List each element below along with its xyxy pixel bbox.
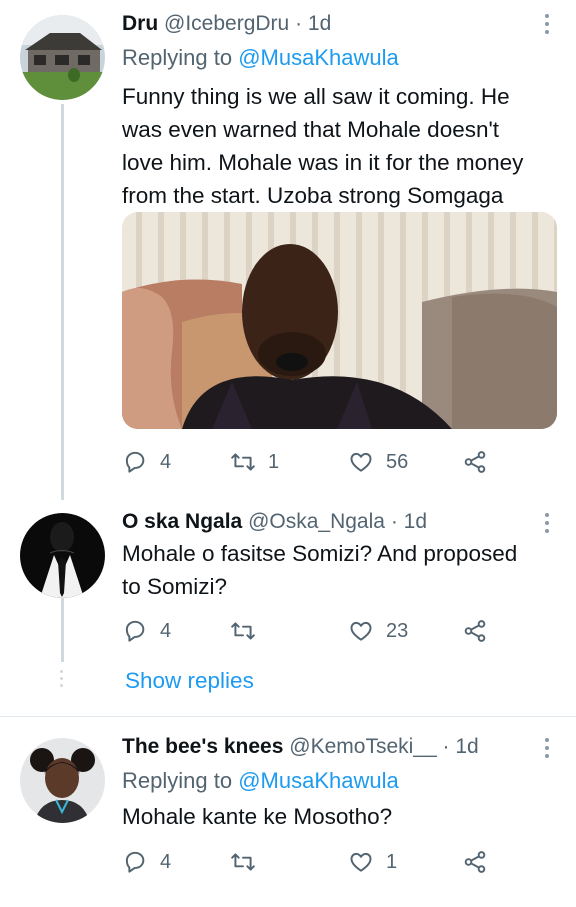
reply-icon <box>125 851 145 873</box>
thread-line <box>61 598 64 662</box>
user-handle[interactable]: @KemoTseki__ <box>289 735 436 758</box>
avatar[interactable] <box>20 15 105 100</box>
share-icon <box>464 851 486 873</box>
reply-count: 4 <box>160 619 172 642</box>
retweet-button[interactable]: 1 <box>230 447 279 477</box>
retweet-button[interactable] <box>230 847 268 877</box>
avatar[interactable] <box>20 513 105 598</box>
reply-count: 4 <box>160 850 172 873</box>
replying-prefix: Replying to <box>122 768 239 793</box>
replying-to: Replying to @MusaKhawula <box>122 768 399 794</box>
retweet-icon <box>231 453 255 471</box>
reply-button[interactable]: 4 <box>122 616 171 646</box>
reply-icon <box>125 620 145 642</box>
mention-link[interactable]: @MusaKhawula <box>238 45 399 70</box>
like-count: 56 <box>386 450 409 473</box>
tweet-text: Funny thing is we all saw it coming. He … <box>122 84 524 208</box>
more-icon[interactable] <box>544 14 550 38</box>
user-handle[interactable]: @IcebergDru <box>164 12 289 35</box>
like-icon <box>350 621 372 641</box>
tweet-actions: 4 1 56 <box>122 447 502 477</box>
like-button[interactable]: 23 <box>348 616 408 646</box>
timestamp[interactable]: · 1d <box>391 510 427 533</box>
retweet-button[interactable] <box>230 616 268 646</box>
user-handle[interactable]: @Oska_Ngala <box>248 510 385 533</box>
more-icon[interactable] <box>544 738 550 762</box>
more-icon[interactable] <box>544 513 550 537</box>
replying-to: Replying to @MusaKhawula <box>122 45 399 71</box>
thread-dots <box>60 670 64 691</box>
share-icon <box>464 620 486 642</box>
tweet-header: Dru @IcebergDru · 1d <box>122 12 331 36</box>
mention-link[interactable]: @MusaKhawula <box>238 768 399 793</box>
retweet-icon <box>231 853 255 871</box>
share-button[interactable] <box>462 847 500 877</box>
divider <box>0 716 576 717</box>
tweet-actions: 4 23 <box>122 616 502 646</box>
share-icon <box>464 451 486 473</box>
tweet-header: The bee's knees @KemoTseki__ · 1d <box>122 735 479 759</box>
tweet-media[interactable] <box>122 212 557 429</box>
timestamp[interactable]: · 1d <box>295 12 331 35</box>
thread-line <box>61 104 64 500</box>
tweet-header: O ska Ngala @Oska_Ngala · 1d <box>122 510 427 534</box>
share-button[interactable] <box>462 447 500 477</box>
display-name[interactable]: The bee's knees <box>122 735 283 758</box>
retweet-count: 1 <box>268 450 280 473</box>
like-button[interactable]: 56 <box>348 447 408 477</box>
tweet-text: Mohale kante ke Mosotho? <box>122 804 393 829</box>
reply-button[interactable]: 4 <box>122 847 171 877</box>
display-name[interactable]: Dru <box>122 12 158 35</box>
like-button[interactable]: 1 <box>348 847 397 877</box>
timestamp[interactable]: · 1d <box>443 735 479 758</box>
share-button[interactable] <box>462 616 500 646</box>
reply-count: 4 <box>160 450 172 473</box>
like-count: 23 <box>386 619 409 642</box>
like-count: 1 <box>386 850 398 873</box>
tweet-text: Mohale o fasitse Somizi? And proposed to… <box>122 541 518 599</box>
reply-icon <box>125 451 145 473</box>
like-icon <box>350 852 372 872</box>
reply-button[interactable]: 4 <box>122 447 171 477</box>
display-name[interactable]: O ska Ngala <box>122 510 242 533</box>
tweet-actions: 4 1 <box>122 847 502 877</box>
avatar[interactable] <box>20 738 105 823</box>
like-icon <box>350 452 372 472</box>
replying-prefix: Replying to <box>122 45 239 70</box>
retweet-icon <box>231 622 255 640</box>
show-replies-link[interactable]: Show replies <box>125 668 254 694</box>
